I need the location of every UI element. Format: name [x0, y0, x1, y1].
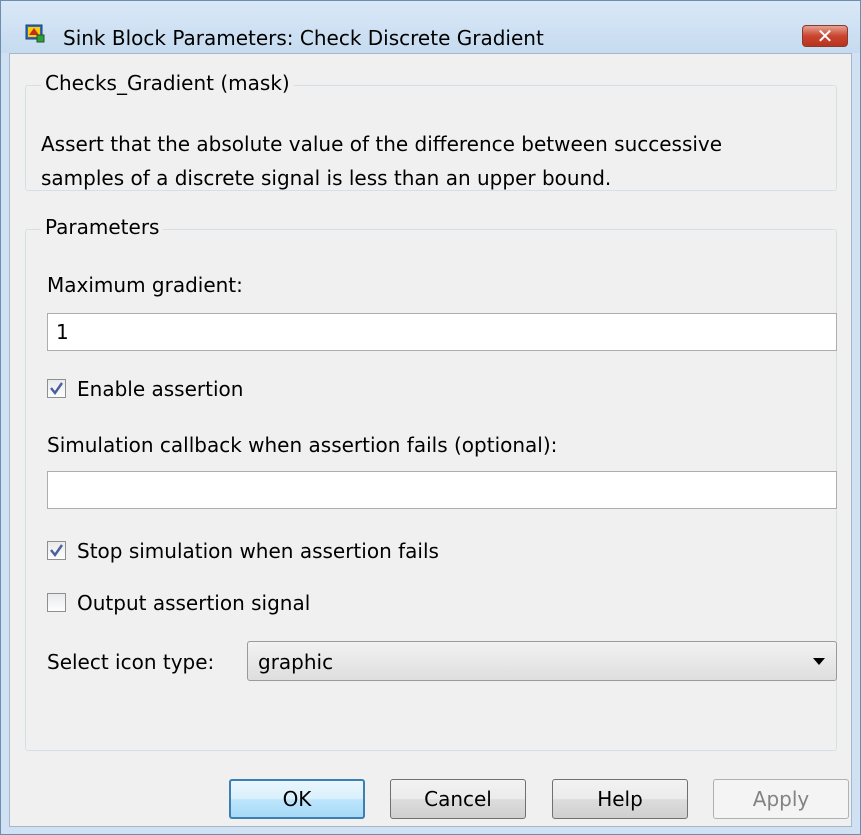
simulink-block-icon	[25, 23, 45, 43]
mask-description: Assert that the absolute value of the di…	[41, 127, 821, 195]
callback-input[interactable]	[47, 471, 837, 509]
mask-group-legend: Checks_Gradient (mask)	[41, 71, 294, 95]
apply-button[interactable]: Apply	[713, 779, 849, 819]
stop-simulation-label[interactable]: Stop simulation when assertion fails	[77, 539, 439, 563]
close-button[interactable]: ✕	[802, 24, 848, 48]
window-title: Sink Block Parameters: Check Discrete Gr…	[63, 26, 544, 50]
enable-assertion-label[interactable]: Enable assertion	[77, 377, 243, 401]
description-line-1: Assert that the absolute value of the di…	[41, 132, 723, 156]
help-button[interactable]: Help	[552, 779, 688, 819]
enable-assertion-checkbox[interactable]	[47, 379, 66, 398]
output-signal-checkbox[interactable]	[47, 593, 66, 612]
chevron-down-icon	[813, 658, 825, 665]
icon-type-label: Select icon type:	[47, 650, 215, 674]
description-line-2: samples of a discrete signal is less tha…	[41, 166, 612, 190]
title-bar[interactable]: Sink Block Parameters: Check Discrete Gr…	[1, 1, 860, 53]
icon-type-select[interactable]: graphic	[247, 641, 837, 681]
output-signal-label[interactable]: Output assertion signal	[77, 591, 310, 615]
dialog-window: Sink Block Parameters: Check Discrete Gr…	[0, 0, 861, 835]
check-mark-icon	[50, 382, 63, 396]
close-icon: ✕	[816, 24, 834, 48]
icon-type-value: graphic	[258, 650, 334, 674]
callback-label: Simulation callback when assertion fails…	[47, 433, 558, 457]
cancel-button[interactable]: Cancel	[390, 779, 526, 819]
max-gradient-label: Maximum gradient:	[47, 273, 243, 297]
ok-button[interactable]: OK	[229, 779, 365, 819]
check-mark-icon	[50, 544, 63, 558]
parameters-group-legend: Parameters	[41, 215, 164, 239]
max-gradient-input[interactable]	[47, 313, 837, 351]
stop-simulation-checkbox[interactable]	[47, 541, 66, 560]
